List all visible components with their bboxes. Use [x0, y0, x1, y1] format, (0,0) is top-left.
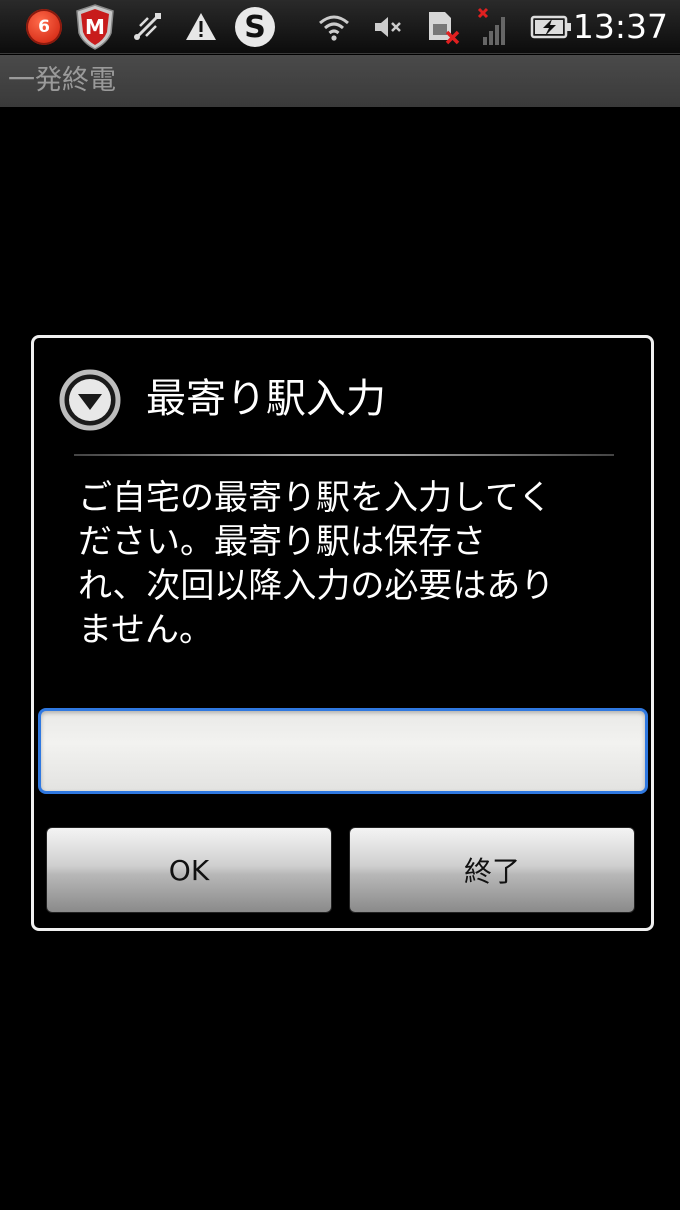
- mute-icon: [370, 0, 406, 54]
- dialog-message: ご自宅の最寄り駅を入力してく ださい。最寄り駅は保存さ れ、次回以降入力の必要は…: [78, 478, 555, 650]
- status-bar: 6 M S 13:37: [0, 0, 680, 54]
- no-signal-icon: [476, 0, 512, 54]
- usb-debug-icon: [128, 0, 166, 54]
- status-clock: 13:37: [572, 7, 668, 46]
- station-input-dialog: 最寄り駅入力 ご自宅の最寄り駅を入力してく ださい。最寄り駅は保存さ れ、次回以…: [31, 335, 654, 931]
- notification-badge-icon[interactable]: 6: [22, 0, 66, 54]
- station-input-field[interactable]: [38, 708, 648, 794]
- dialog-title: 最寄り駅入力: [146, 376, 386, 422]
- ok-button[interactable]: OK: [46, 827, 332, 913]
- skype-icon: S: [232, 0, 278, 54]
- skype-letter: S: [235, 7, 275, 47]
- exit-button[interactable]: 終了: [349, 827, 635, 913]
- battery-charging-icon: [528, 0, 574, 54]
- app-title-bar: 一発終電: [0, 55, 680, 107]
- mcafee-shield-icon: M: [72, 0, 118, 54]
- dialog-divider: [74, 454, 614, 456]
- dropdown-circle-icon: [58, 368, 122, 432]
- svg-text:M: M: [85, 15, 105, 39]
- app-title: 一発終電: [8, 65, 116, 96]
- sim-error-icon: [422, 0, 462, 54]
- warning-icon: [182, 0, 220, 54]
- wifi-icon: [314, 0, 354, 54]
- notification-count: 6: [26, 9, 62, 45]
